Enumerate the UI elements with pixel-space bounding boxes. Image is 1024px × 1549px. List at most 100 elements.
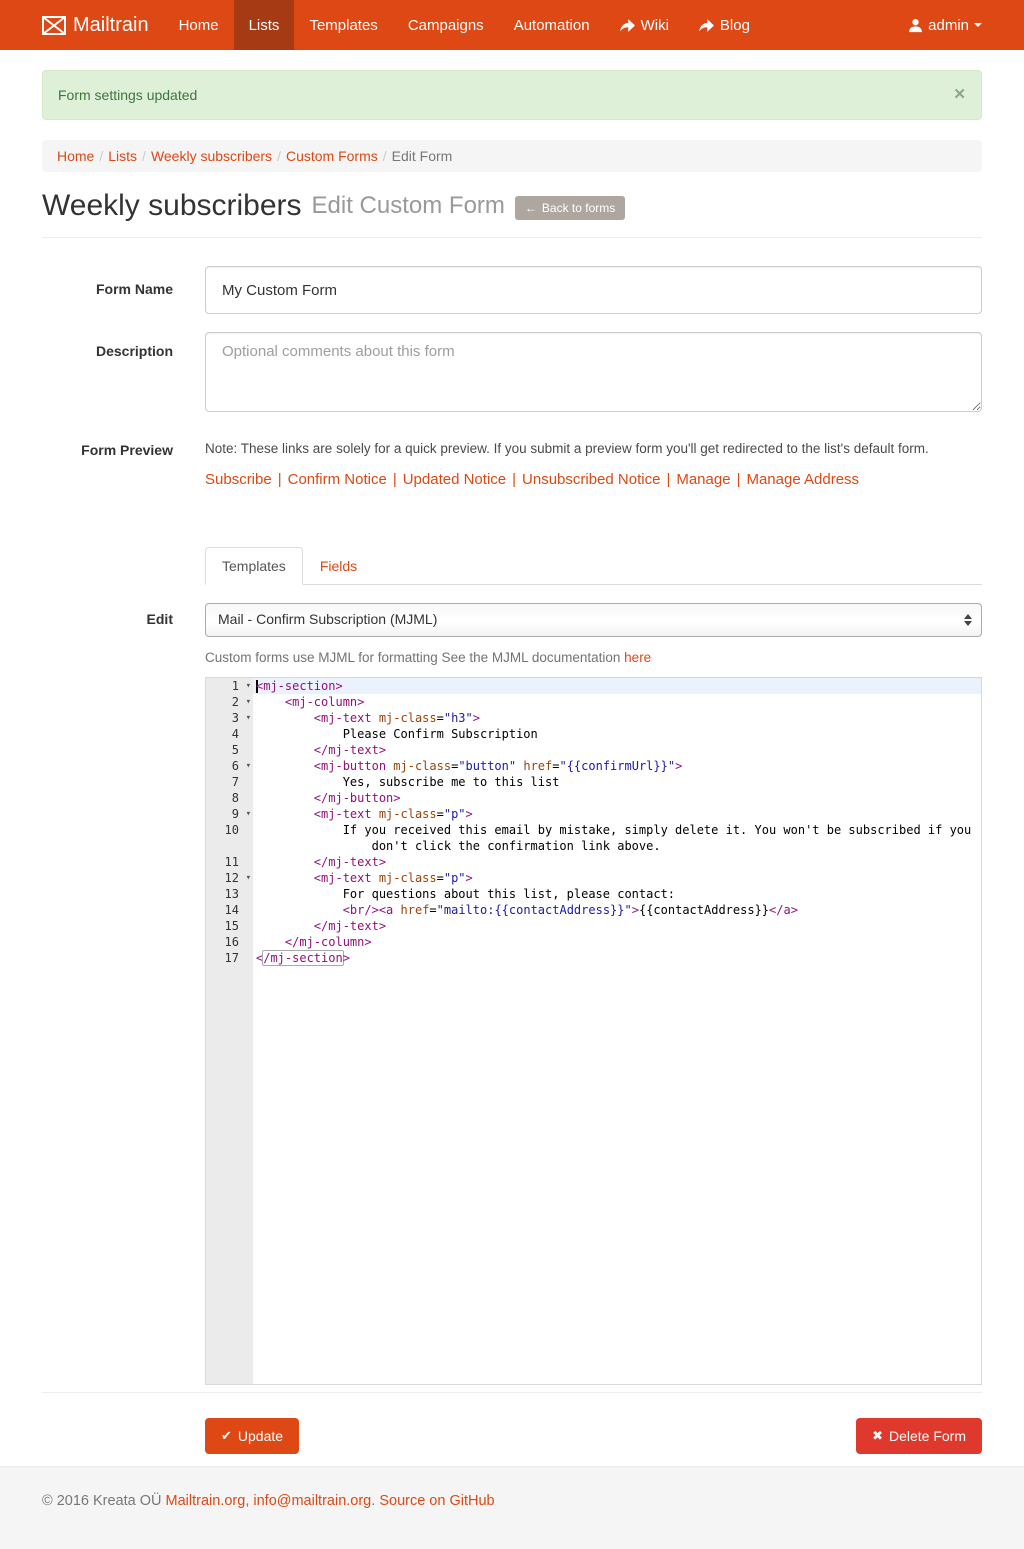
editor-line[interactable]: 12▾ <mj-text mj-class="p"> — [206, 870, 981, 886]
success-alert: Form settings updated ✕ — [42, 70, 982, 120]
breadcrumb: Home/Lists/Weekly subscribers/Custom For… — [42, 140, 982, 172]
footer-link-github[interactable]: Source on GitHub — [379, 1493, 494, 1509]
form-name-label: Form Name — [42, 266, 205, 314]
tab-fields[interactable]: Fields — [303, 547, 374, 585]
code-line-content: Yes, subscribe me to this list — [253, 774, 981, 790]
line-number: 15 — [206, 918, 253, 934]
template-select[interactable]: Mail - Confirm Subscription (MJML) — [205, 603, 982, 637]
nav-item-home[interactable]: Home — [164, 0, 234, 50]
link-separator: | — [506, 471, 522, 488]
nav-item-lists[interactable]: Lists — [234, 0, 295, 50]
breadcrumb-separator: / — [137, 148, 151, 164]
code-line-content: </mj-button> — [253, 790, 981, 806]
breadcrumb-link-weekly-subscribers[interactable]: Weekly subscribers — [151, 148, 272, 164]
editor-line[interactable]: 8 </mj-button> — [206, 790, 981, 806]
editor-line[interactable]: 7 Yes, subscribe me to this list — [206, 774, 981, 790]
description-label: Description — [42, 332, 205, 415]
editor-line[interactable]: 1▾<mj-section> — [206, 678, 981, 694]
line-number: 8 — [206, 790, 253, 806]
preview-link-manage[interactable]: Manage — [676, 471, 730, 488]
preview-link-manage-address[interactable]: Manage Address — [746, 471, 859, 488]
code-line-content: For questions about this list, please co… — [253, 886, 981, 902]
fold-arrow-icon[interactable]: ▾ — [246, 758, 251, 774]
breadcrumb-link-home[interactable]: Home — [57, 148, 94, 164]
editor-line[interactable]: 15 </mj-text> — [206, 918, 981, 934]
breadcrumb-separator: / — [378, 148, 392, 164]
fold-arrow-icon[interactable]: ▾ — [246, 678, 251, 694]
code-line-content: <br/><a href="mailto:{{contactAddress}}"… — [253, 902, 981, 918]
line-number: 13 — [206, 886, 253, 902]
preview-link-confirm-notice[interactable]: Confirm Notice — [288, 471, 387, 488]
preview-link-unsubscribed-notice[interactable]: Unsubscribed Notice — [522, 471, 660, 488]
preview-link-subscribe[interactable]: Subscribe — [205, 471, 272, 488]
code-line-content: <mj-button mj-class="button" href="{{con… — [253, 758, 981, 774]
line-number: 14 — [206, 902, 253, 918]
editor-line[interactable]: 4 Please Confirm Subscription — [206, 726, 981, 742]
delete-form-button[interactable]: ✖ Delete Form — [856, 1418, 982, 1454]
footer-link-mailtrain[interactable]: Mailtrain.org — [166, 1493, 246, 1509]
nav-item-label: Wiki — [641, 17, 669, 34]
editor-line[interactable]: 9▾ <mj-text mj-class="p"> — [206, 806, 981, 822]
editor-line[interactable]: 17</mj-section> — [206, 950, 981, 966]
edit-label: Edit — [42, 603, 205, 637]
template-select-value: Mail - Confirm Subscription (MJML) — [218, 611, 437, 627]
editor-line[interactable]: 2▾ <mj-column> — [206, 694, 981, 710]
breadcrumb-link-custom-forms[interactable]: Custom Forms — [286, 148, 378, 164]
code-editor[interactable]: 1▾<mj-section>2▾ <mj-column>3▾ <mj-text … — [205, 677, 982, 1385]
tab-templates[interactable]: Templates — [205, 547, 303, 585]
nav-item-wiki[interactable]: Wiki — [605, 0, 684, 50]
editor-line[interactable]: 10 If you received this email by mistake… — [206, 822, 981, 854]
editor-line[interactable]: 3▾ <mj-text mj-class="h3"> — [206, 710, 981, 726]
editor-line[interactable]: 11 </mj-text> — [206, 854, 981, 870]
page-title: Weekly subscribers — [42, 189, 302, 223]
code-line-content: </mj-column> — [253, 934, 981, 950]
nav-item-label: Lists — [249, 17, 280, 34]
breadcrumb-link-lists[interactable]: Lists — [108, 148, 137, 164]
update-button[interactable]: ✔ Update — [205, 1418, 299, 1454]
envelope-icon — [42, 16, 66, 35]
close-icon[interactable]: ✕ — [953, 87, 966, 103]
editor-line[interactable]: 13 For questions about this list, please… — [206, 886, 981, 902]
mjml-docs-link[interactable]: here — [624, 650, 651, 665]
nav-item-templates[interactable]: Templates — [294, 0, 392, 50]
code-line-content: </mj-text> — [253, 854, 981, 870]
nav-item-label: Home — [179, 17, 219, 34]
line-number: 3▾ — [206, 710, 253, 726]
code-editor-rows: 1▾<mj-section>2▾ <mj-column>3▾ <mj-text … — [206, 678, 981, 966]
user-menu[interactable]: admin — [893, 0, 982, 50]
divider — [42, 1392, 982, 1393]
nav-item-automation[interactable]: Automation — [499, 0, 605, 50]
nav-item-label: Blog — [720, 17, 750, 34]
code-line-content: <mj-column> — [253, 694, 981, 710]
fold-arrow-icon[interactable]: ▾ — [246, 694, 251, 710]
line-number: 1▾ — [206, 678, 253, 694]
form-name-input[interactable] — [205, 266, 982, 314]
back-to-forms-button[interactable]: ← Back to forms — [515, 196, 625, 220]
brand-name: Mailtrain — [73, 14, 149, 37]
editor-line[interactable]: 14 <br/><a href="mailto:{{contactAddress… — [206, 902, 981, 918]
line-number: 5 — [206, 742, 253, 758]
line-number: 9▾ — [206, 806, 253, 822]
link-separator: | — [660, 471, 676, 488]
copyright-text: © 2016 Kreata OÜ — [42, 1493, 166, 1509]
code-line-content: </mj-text> — [253, 742, 981, 758]
nav-item-blog[interactable]: Blog — [684, 0, 765, 50]
editor-line[interactable]: 16 </mj-column> — [206, 934, 981, 950]
line-number: 6▾ — [206, 758, 253, 774]
fold-arrow-icon[interactable]: ▾ — [246, 710, 251, 726]
brand-logo[interactable]: Mailtrain — [42, 0, 164, 50]
editor-line[interactable]: 6▾ <mj-button mj-class="button" href="{{… — [206, 758, 981, 774]
footer-link-email[interactable]: info@mailtrain.org — [253, 1493, 371, 1509]
editor-line[interactable]: 5 </mj-text> — [206, 742, 981, 758]
fold-arrow-icon[interactable]: ▾ — [246, 870, 251, 886]
nav-item-campaigns[interactable]: Campaigns — [393, 0, 499, 50]
description-textarea[interactable] — [205, 332, 982, 412]
code-line-content: <mj-text mj-class="p"> — [253, 806, 981, 822]
form-preview-label: Form Preview — [42, 441, 205, 488]
preview-link-updated-notice[interactable]: Updated Notice — [403, 471, 506, 488]
fold-arrow-icon[interactable]: ▾ — [246, 806, 251, 822]
x-icon: ✖ — [872, 1428, 883, 1444]
select-stepper-icon — [964, 614, 972, 626]
page-header: Weekly subscribers Edit Custom Form ← Ba… — [42, 189, 982, 238]
code-line-content: </mj-section> — [253, 950, 981, 966]
